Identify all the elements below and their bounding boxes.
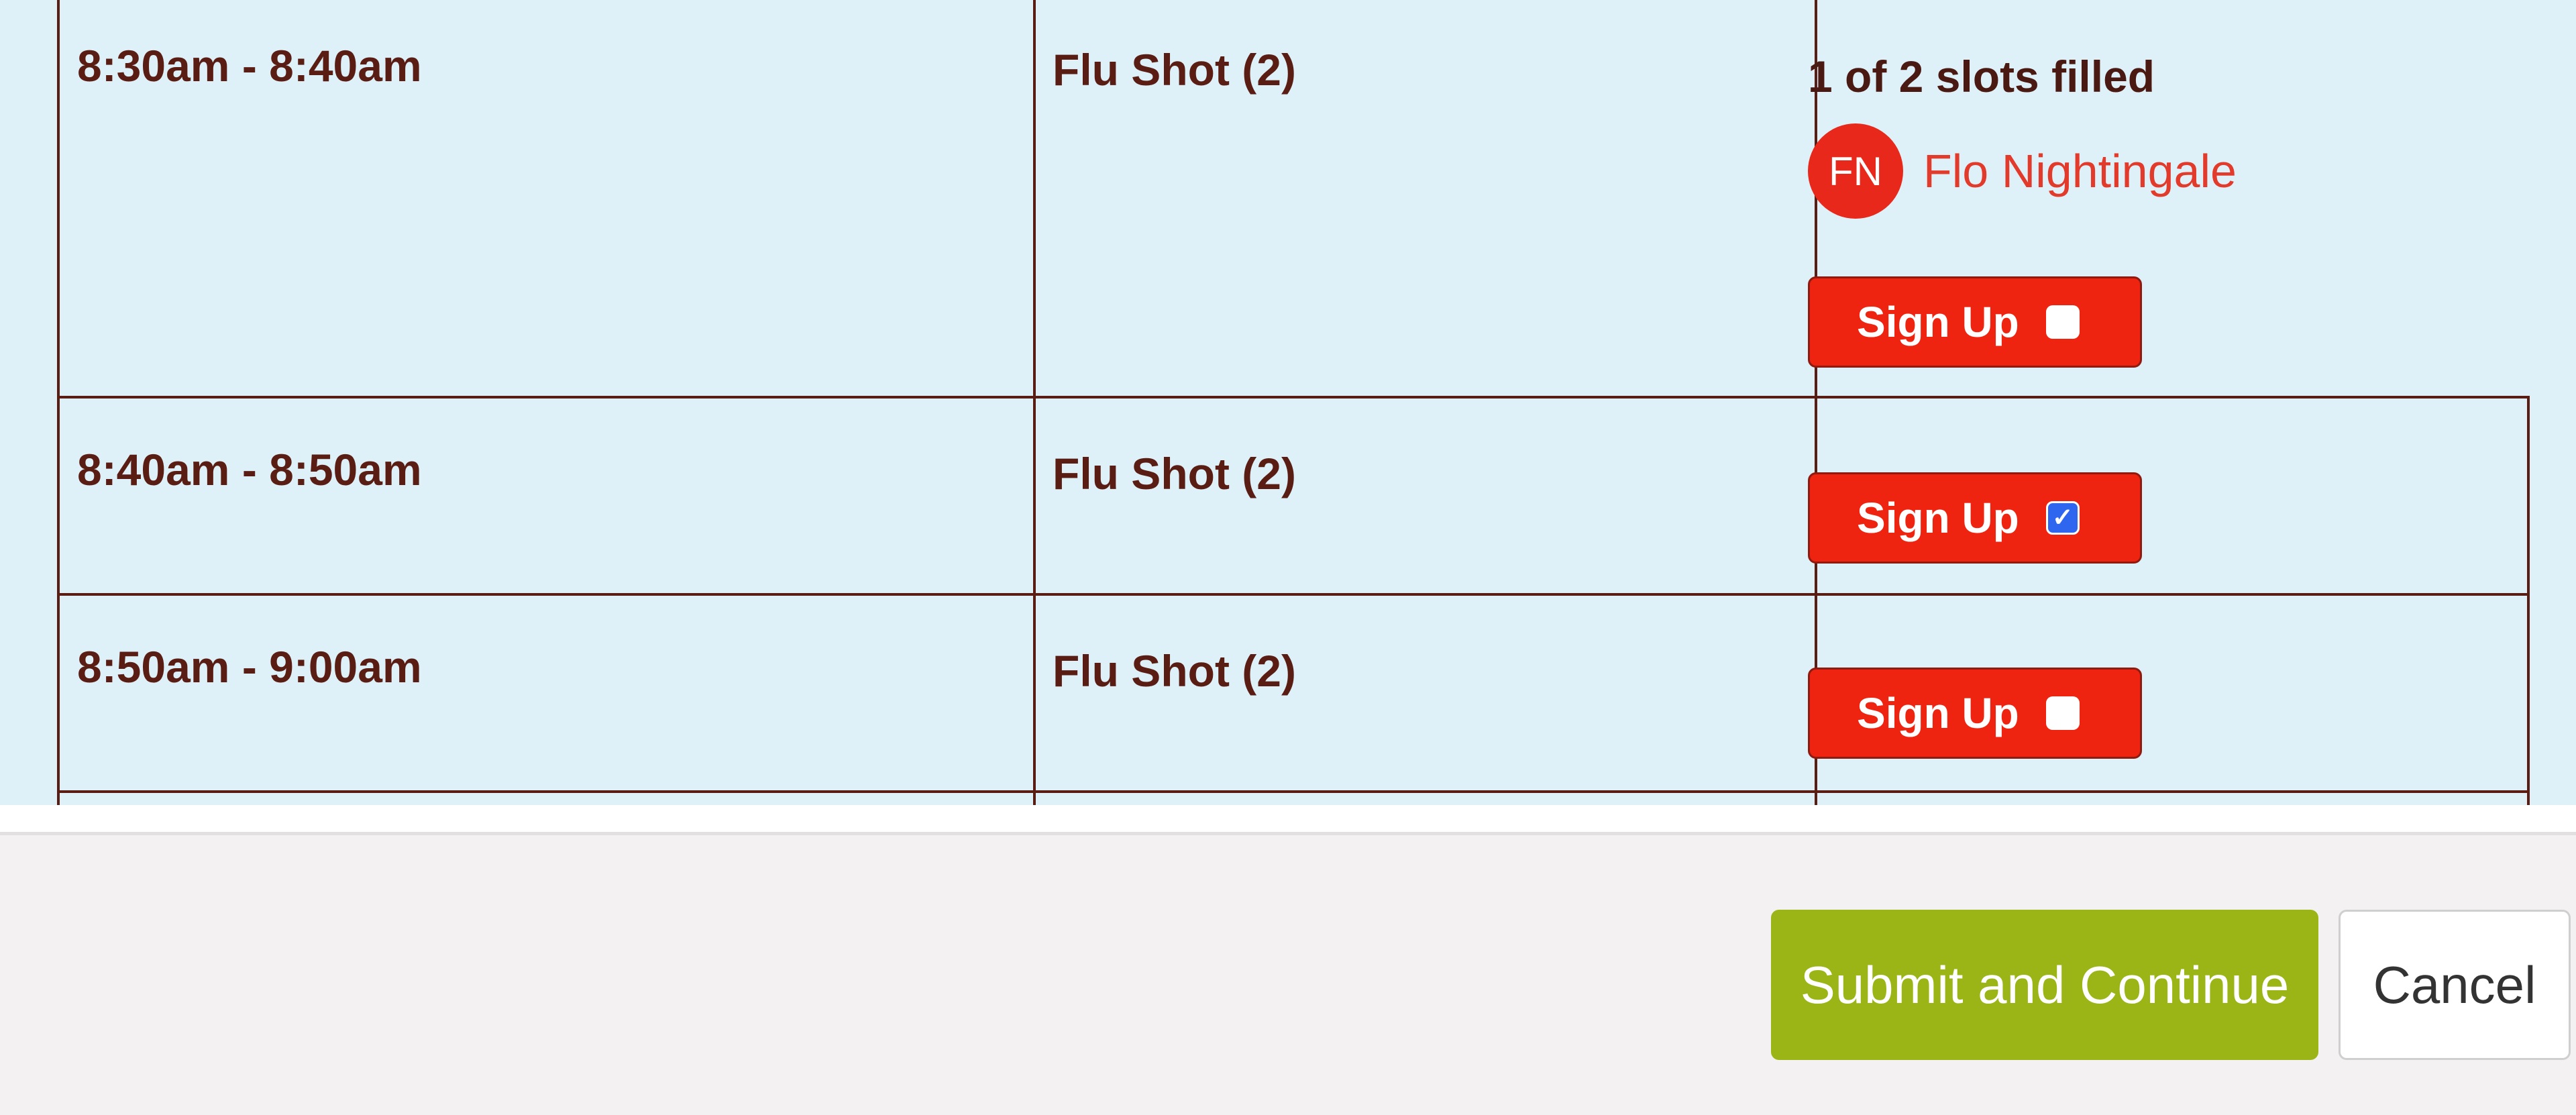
item-cell: Flu Shot (2): [1033, 396, 1817, 596]
slot-item: Flu Shot (2): [1053, 646, 1296, 696]
submit-and-continue-button[interactable]: Submit and Continue: [1771, 910, 2318, 1060]
volunteer-name[interactable]: Flo Nightingale: [1923, 144, 2237, 198]
time-cell: 8:40am - 8:50am: [57, 396, 1036, 596]
sign-up-button[interactable]: Sign Up ✓: [1808, 472, 2142, 564]
time-cell: 8:30am - 8:40am: [57, 0, 1036, 399]
time-cell: 8:50am - 9:00am: [57, 593, 1036, 793]
slot-time: 8:50am - 9:00am: [77, 642, 422, 692]
sign-up-checkbox[interactable]: [2045, 305, 2080, 339]
avatar: FN: [1808, 123, 1903, 219]
slot-row: 8:40am - 8:50am Flu Shot (2): [57, 396, 2530, 596]
signup-slots-panel: 8:30am - 8:40am Flu Shot (2) 8:40am - 8:…: [0, 0, 2576, 805]
slot-time: 8:40am - 8:50am: [77, 445, 422, 494]
sign-up-button[interactable]: Sign Up: [1808, 668, 2142, 759]
sign-up-checkbox[interactable]: [2045, 696, 2080, 730]
sign-up-button[interactable]: Sign Up: [1808, 276, 2142, 368]
checkmark-icon: ✓: [2051, 504, 2074, 532]
slot-time: 8:30am - 8:40am: [77, 41, 422, 91]
form-footer: Submit and Continue Cancel: [0, 832, 2576, 1115]
sign-up-label: Sign Up: [1857, 298, 2019, 346]
volunteer[interactable]: FN Flo Nightingale: [1808, 123, 2237, 219]
slots-table: 8:30am - 8:40am Flu Shot (2) 8:40am - 8:…: [57, 0, 2530, 805]
cancel-button[interactable]: Cancel: [2339, 910, 2571, 1060]
sign-up-checkbox[interactable]: ✓: [2045, 501, 2080, 535]
slot-row: 8:50am - 9:00am Flu Shot (2): [57, 593, 2530, 793]
item-cell: Flu Shot (2): [1033, 593, 1817, 793]
item-cell: Flu Shot (2): [1033, 0, 1817, 399]
sign-up-label: Sign Up: [1857, 689, 2019, 737]
slot-row: [57, 790, 2530, 805]
sign-up-label: Sign Up: [1857, 494, 2019, 542]
slot-item: Flu Shot (2): [1053, 45, 1296, 95]
slots-filled-text: 1 of 2 slots filled: [1808, 52, 2155, 101]
slot-item: Flu Shot (2): [1053, 449, 1296, 498]
